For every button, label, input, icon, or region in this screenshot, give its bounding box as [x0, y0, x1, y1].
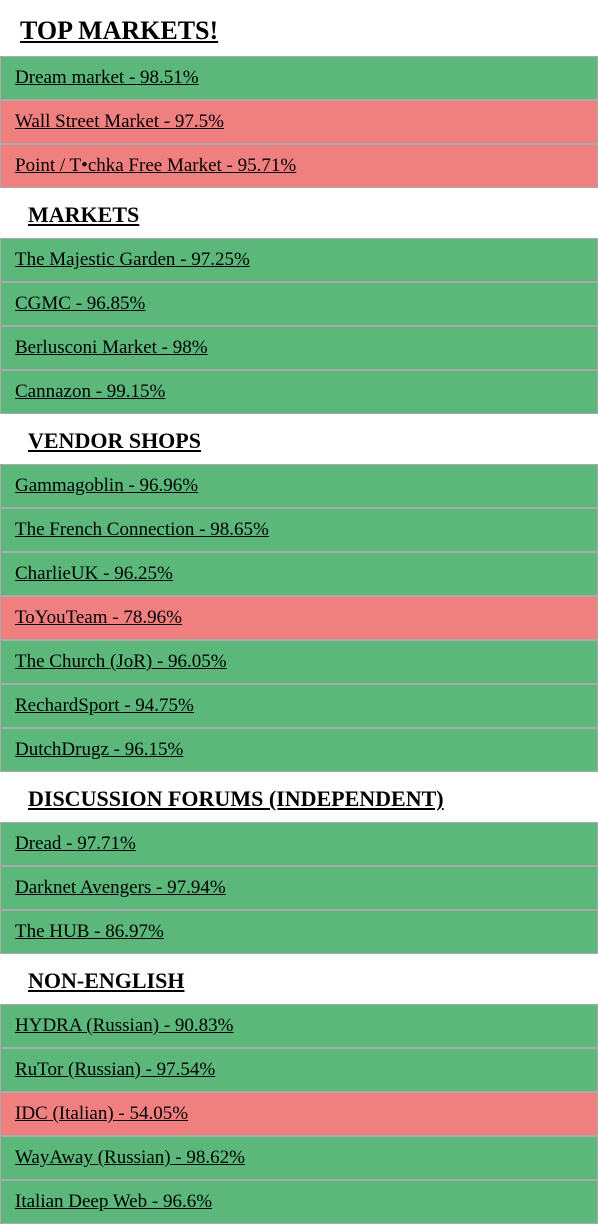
list-item[interactable]: Cannazon - 99.15% [0, 370, 598, 414]
list-item[interactable]: Darknet Avengers - 97.94% [0, 866, 598, 910]
list-item[interactable]: HYDRA (Russian) - 90.83% [0, 1004, 598, 1048]
section-title-non-english: NON-ENGLISH [0, 954, 598, 1004]
section-title-discussion-forums: DISCUSSION FORUMS (INDEPENDENT) [0, 772, 598, 822]
list-item[interactable]: Dread - 97.71% [0, 822, 598, 866]
list-item[interactable]: CharlieUK - 96.25% [0, 552, 598, 596]
list-item[interactable]: The HUB - 86.97% [0, 910, 598, 954]
list-item[interactable]: Gammagoblin - 96.96% [0, 464, 598, 508]
list-item[interactable]: IDC (Italian) - 54.05% [0, 1092, 598, 1136]
list-item[interactable]: Italian Deep Web - 96.6% [0, 1180, 598, 1224]
list-item[interactable]: CGMC - 96.85% [0, 282, 598, 326]
list-item[interactable]: RuTor (Russian) - 97.54% [0, 1048, 598, 1092]
list-item[interactable]: Berlusconi Market - 98% [0, 326, 598, 370]
list-item[interactable]: DutchDrugz - 96.15% [0, 728, 598, 772]
list-item[interactable]: ToYouTeam - 78.96% [0, 596, 598, 640]
list-item[interactable]: Point / T•chka Free Market - 95.71% [0, 144, 598, 188]
section-title-markets: MARKETS [0, 188, 598, 238]
section-title-vendor-shops: VENDOR SHOPS [0, 414, 598, 464]
list-item[interactable]: The Church (JoR) - 96.05% [0, 640, 598, 684]
list-item[interactable]: WayAway (Russian) - 98.62% [0, 1136, 598, 1180]
list-item[interactable]: The French Connection - 98.65% [0, 508, 598, 552]
page-title: TOP MARKETS! [0, 0, 598, 56]
list-item[interactable]: The Majestic Garden - 97.25% [0, 238, 598, 282]
list-item[interactable]: RechardSport - 94.75% [0, 684, 598, 728]
list-item[interactable]: Wall Street Market - 97.5% [0, 100, 598, 144]
list-item[interactable]: Dream market - 98.51% [0, 56, 598, 100]
